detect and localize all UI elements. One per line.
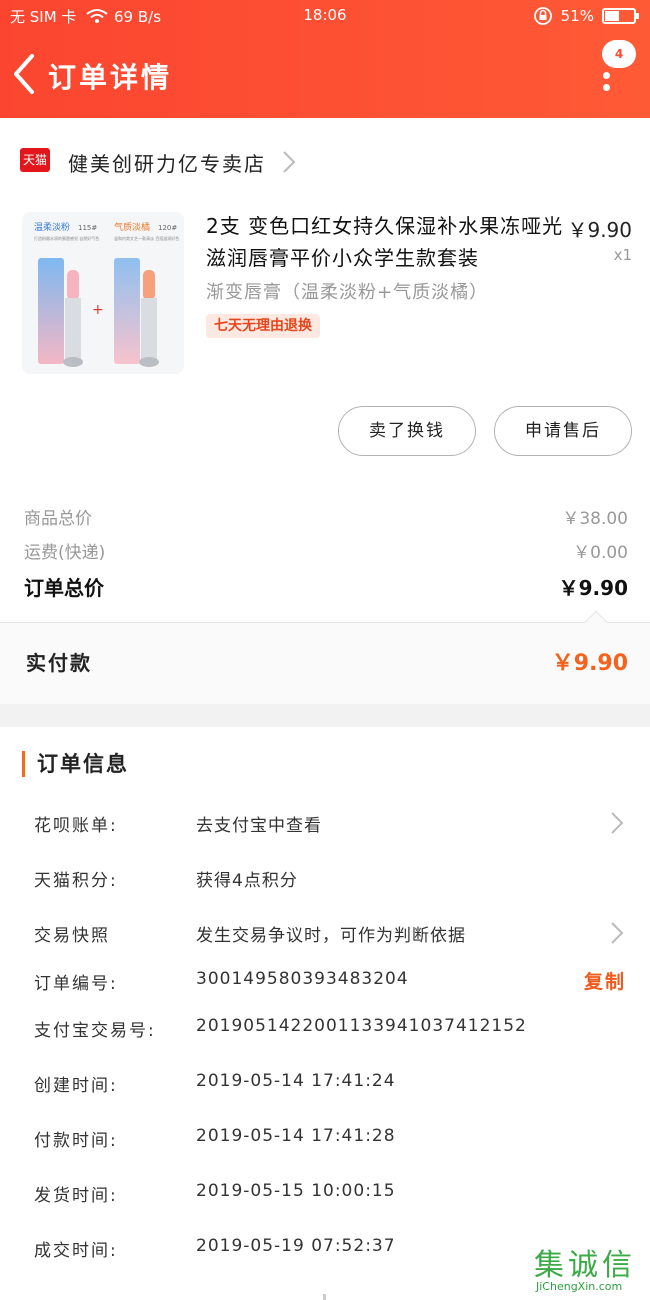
lipstick-illustration: 温柔淡粉 115# 打造粉嫩水润的蜜唇感觉 自然好气色 气质淡橘 120# 温和… [22, 212, 184, 374]
battery-percent: 51% [560, 7, 594, 25]
watermark-url: JiChengXin.com [536, 1280, 623, 1293]
status-bar: 无 SIM 卡 69 B/s 18:06 51% [0, 0, 650, 32]
copy-button[interactable]: 复制 [584, 967, 626, 994]
left-shade-name: 温柔淡粉 [34, 221, 70, 233]
chevron-left-icon [14, 54, 34, 94]
chevron-right-icon [611, 812, 624, 834]
info-value: 2019-05-14 17:41:24 [196, 1071, 396, 1091]
info-row-points: 天猫积分: 获得4点积分 [0, 860, 650, 900]
product-quantity: x1 [613, 246, 632, 264]
status-right: 51% [533, 6, 639, 26]
home-indicator [323, 1294, 326, 1300]
order-total-value: ￥9.90 [558, 576, 628, 600]
info-row-snapshot[interactable]: 交易快照 发生交易争议时，可作为判断依据 [0, 915, 650, 955]
right-shade-code: 120# [158, 224, 177, 232]
shipping-value: ￥0.00 [573, 543, 628, 563]
info-key: 创建时间: [34, 1076, 118, 1096]
chevron-right-icon [611, 922, 624, 944]
goods-total-value: ￥38.00 [562, 509, 628, 529]
info-value: 发生交易争议时，可作为判断依据 [196, 926, 466, 946]
order-total-label: 订单总价 [24, 576, 104, 600]
info-row-created: 创建时间: 2019-05-14 17:41:24 [0, 1065, 650, 1105]
after-sale-button[interactable]: 申请售后 [494, 406, 632, 456]
plus-sign: + [92, 302, 104, 318]
info-key: 发货时间: [34, 1186, 118, 1206]
info-value: 2019051422001133941037412152 [196, 1016, 527, 1036]
more-dot [603, 84, 610, 91]
left-shade-desc: 打造粉嫩水润的蜜唇感觉 自然好气色 [34, 235, 99, 241]
shipping-label: 运费(快递) [24, 543, 106, 563]
info-value: 300149580393483204 [196, 969, 409, 989]
info-value: 获得4点积分 [196, 871, 298, 891]
more-vertical-icon [603, 72, 610, 79]
info-row-shipped: 发货时间: 2019-05-15 10:00:15 [0, 1175, 650, 1215]
back-button[interactable] [10, 52, 38, 96]
info-key: 花呗账单: [34, 816, 118, 836]
shipping-row: 运费(快递) ￥0.00 [24, 538, 628, 563]
paid-amount-bar: 实付款 ￥9.90 [0, 610, 650, 704]
info-value: 去支付宝中查看 [196, 816, 322, 836]
product-image[interactable]: 温柔淡粉 115# 打造粉嫩水润的蜜唇感觉 自然好气色 气质淡橘 120# 温和… [22, 212, 184, 374]
lock-rotation-icon [533, 7, 552, 25]
info-row-paid: 付款时间: 2019-05-14 17:41:28 [0, 1120, 650, 1160]
product-title[interactable]: 2支 变色口红女持久保湿补水果冻哑光滋润唇膏平价小众学生款套装 [206, 210, 564, 274]
page-title: 订单详情 [48, 61, 173, 94]
info-value: 2019-05-15 10:00:15 [196, 1181, 396, 1201]
notch [584, 610, 608, 634]
info-key: 支付宝交易号: [34, 1021, 156, 1041]
product-price: ￥9.90 [567, 218, 632, 242]
info-key: 成交时间: [34, 1241, 118, 1261]
sell-button[interactable]: 卖了换钱 [338, 406, 476, 456]
info-key: 交易快照 [34, 926, 110, 946]
info-value: 2019-05-14 17:41:28 [196, 1126, 396, 1146]
order-total-row: 订单总价 ￥9.90 [24, 572, 628, 601]
shop-row[interactable]: 天猫 健美创研力亿专卖店 [0, 136, 650, 188]
right-shade-name: 气质淡橘 [114, 221, 150, 233]
battery-fill [605, 11, 619, 21]
tmall-logo: 天猫 [20, 148, 50, 172]
info-key: 订单编号: [34, 974, 118, 994]
order-info-title: 订单信息 [22, 751, 129, 777]
order-item-card: 天猫 健美创研力亿专卖店 温柔淡粉 115# 打造粉嫩水润的蜜唇感觉 自然好气色… [0, 118, 650, 704]
info-row-order-number: 订单编号: 300149580393483204 复制 [0, 963, 650, 1003]
return-policy-tag: 七天无理由退换 [206, 314, 320, 338]
info-key: 付款时间: [34, 1131, 118, 1151]
header-bar: 无 SIM 卡 69 B/s 18:06 51% 订单详情 4 [0, 0, 650, 118]
message-badge[interactable]: 4 [602, 40, 636, 68]
info-row-alipay-number: 支付宝交易号: 2019051422001133941037412152 [0, 1010, 650, 1050]
info-value: 2019-05-19 07:52:37 [196, 1236, 396, 1256]
right-shade-desc: 温和内敛文艺一款清淡 百搭滋润好色 [114, 235, 179, 241]
goods-total-row: 商品总价 ￥38.00 [24, 504, 628, 529]
left-shade-code: 115# [78, 224, 97, 232]
order-info-section: 订单信息 花呗账单: 去支付宝中查看 天猫积分: 获得4点积分 交易快照 发生交… [0, 727, 650, 1300]
paid-label: 实付款 [26, 651, 92, 675]
shop-name: 健美创研力亿专卖店 [68, 152, 266, 176]
info-row-huabei[interactable]: 花呗账单: 去支付宝中查看 [0, 805, 650, 845]
product-sku: 渐变唇膏（温柔淡粉+气质淡橘） [206, 282, 489, 303]
watermark-text: 集诚信 [534, 1248, 636, 1283]
battery-icon [602, 8, 639, 24]
chevron-right-icon [283, 151, 296, 173]
goods-total-label: 商品总价 [24, 509, 92, 529]
info-key: 天猫积分: [34, 871, 118, 891]
paid-value: ￥9.90 [551, 651, 628, 676]
site-watermark: 集诚信 JiChengXin.com [530, 1240, 648, 1298]
